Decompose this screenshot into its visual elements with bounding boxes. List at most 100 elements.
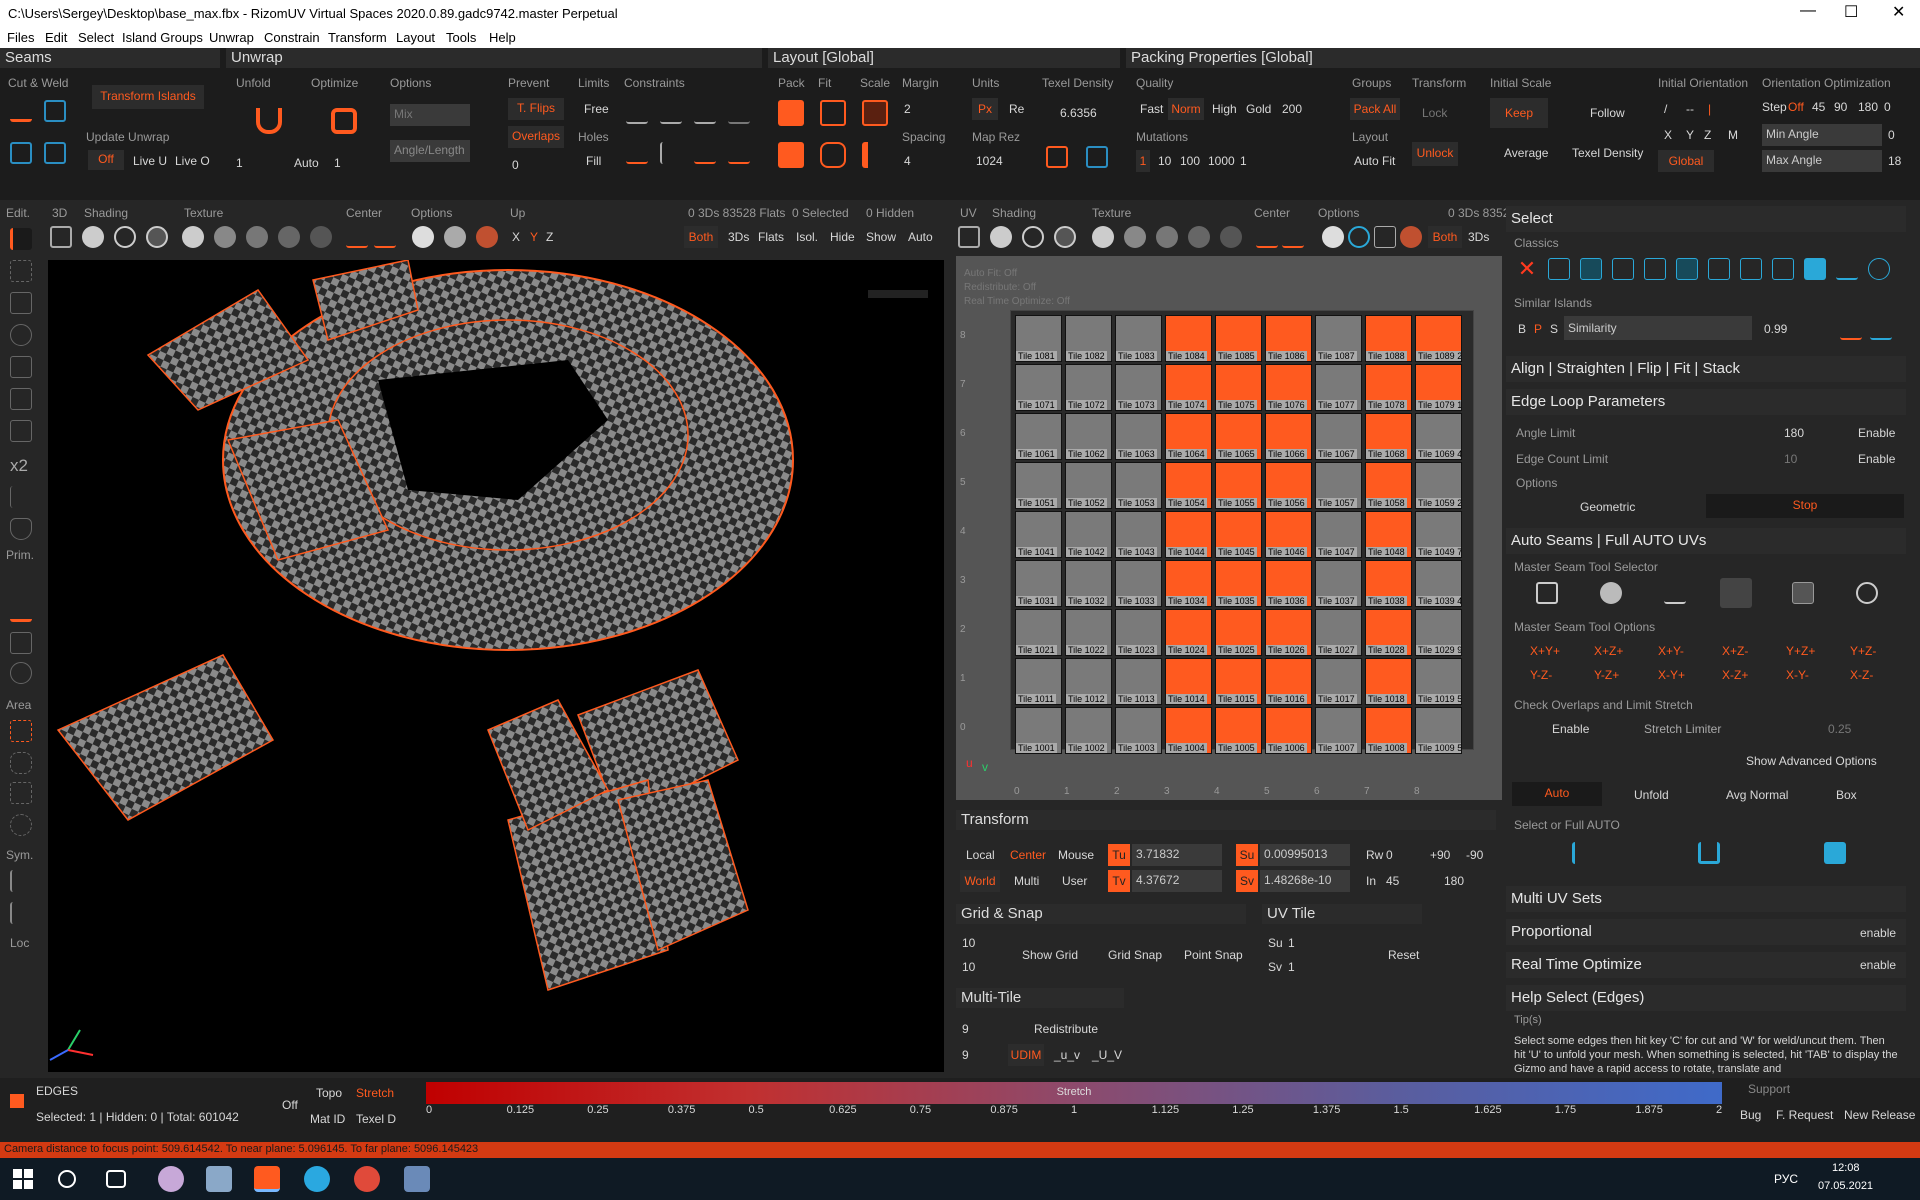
seam-sphere-icon[interactable] bbox=[1600, 582, 1622, 604]
uv-tile-reset-button[interactable]: Reset bbox=[1388, 948, 1419, 962]
circle-area-icon[interactable] bbox=[10, 814, 32, 836]
backface-icon[interactable] bbox=[444, 226, 466, 248]
orient-slash[interactable]: / bbox=[1664, 102, 1667, 116]
mix-dropdown[interactable]: Mix bbox=[390, 104, 470, 126]
up-y[interactable]: Y bbox=[530, 230, 538, 244]
up-x[interactable]: X bbox=[512, 230, 520, 244]
uv-color-icon[interactable] bbox=[1400, 226, 1422, 248]
unfold-mode-button[interactable]: Unfold bbox=[1634, 788, 1669, 802]
optimize-auto[interactable]: Auto bbox=[294, 156, 319, 170]
edge-count-value[interactable]: 10 bbox=[1784, 452, 1797, 466]
axis-3[interactable]: X+Z- bbox=[1722, 644, 1748, 658]
select-tool-icon[interactable] bbox=[10, 228, 32, 250]
menu-help[interactable]: Help bbox=[489, 30, 516, 45]
follow-button[interactable]: Follow bbox=[1590, 106, 1625, 120]
rizomuv-taskbar-icon[interactable] bbox=[254, 1166, 280, 1192]
angle-limit-value[interactable]: 180 bbox=[1784, 426, 1804, 440]
map-rez-value[interactable]: 1024 bbox=[976, 154, 1003, 168]
clear-selection-icon[interactable]: ✕ bbox=[1516, 258, 1538, 280]
uv-checker-2-icon[interactable] bbox=[1156, 226, 1178, 248]
seam-link-icon[interactable] bbox=[1856, 582, 1878, 604]
uv-tile-sv-value[interactable]: 1 bbox=[1288, 960, 1295, 974]
texel-density-value[interactable]: 6.6356 bbox=[1060, 106, 1097, 120]
show-grid-button[interactable]: Show Grid bbox=[1022, 948, 1078, 962]
uv-3ds-button[interactable]: 3Ds bbox=[1468, 230, 1489, 244]
pack-all-button[interactable]: Pack All bbox=[1350, 98, 1400, 120]
frame-icon[interactable] bbox=[50, 226, 72, 248]
select-path-icon[interactable] bbox=[1836, 258, 1858, 280]
uv-checker-icon[interactable] bbox=[1124, 226, 1146, 248]
freehand-area-icon[interactable] bbox=[10, 782, 32, 804]
flats-button[interactable]: Flats bbox=[758, 230, 784, 244]
hide-button[interactable]: Hide bbox=[830, 230, 855, 244]
uv-texture-off-icon[interactable] bbox=[1092, 226, 1114, 248]
angle-limit-enable[interactable]: Enable bbox=[1858, 426, 1895, 440]
texel-density-button[interactable]: Texel Density bbox=[1572, 146, 1643, 160]
step-45[interactable]: 45 bbox=[1812, 100, 1825, 114]
select-grow-icon[interactable] bbox=[1612, 258, 1634, 280]
menu-edit[interactable]: Edit bbox=[45, 30, 67, 45]
quality-norm[interactable]: Norm bbox=[1168, 98, 1204, 120]
keep-button[interactable]: Keep bbox=[1490, 98, 1548, 128]
mat-id-button[interactable]: Mat ID bbox=[310, 1112, 345, 1126]
uv-center-all-icon[interactable] bbox=[1282, 226, 1304, 248]
shade-solid-icon[interactable] bbox=[82, 226, 104, 248]
app-icon-1[interactable] bbox=[158, 1166, 184, 1192]
cut-icon[interactable] bbox=[10, 100, 32, 122]
t-flips-toggle[interactable]: T. Flips bbox=[508, 98, 564, 120]
auto-unfold-icon[interactable] bbox=[1698, 842, 1720, 864]
grid-value-2[interactable]: 10 bbox=[962, 960, 975, 974]
lock-icon[interactable] bbox=[10, 420, 32, 442]
overlaps-toggle[interactable]: Overlaps bbox=[508, 126, 564, 148]
quality-gold[interactable]: Gold bbox=[1246, 102, 1271, 116]
update-unwrap-off[interactable]: Off bbox=[88, 150, 124, 170]
unfold-iterations[interactable]: 1 bbox=[236, 156, 243, 170]
axis-5[interactable]: Y+Z- bbox=[1850, 644, 1876, 658]
menu-layout[interactable]: Layout bbox=[396, 30, 435, 45]
magnet-icon[interactable] bbox=[10, 388, 32, 410]
vertical-constraint-icon[interactable] bbox=[660, 142, 682, 164]
texel-d-button[interactable]: Texel D bbox=[356, 1112, 396, 1126]
rotate-180[interactable]: 180 bbox=[1444, 874, 1464, 888]
orient-global[interactable]: Global bbox=[1658, 150, 1714, 172]
lasso-area-icon[interactable] bbox=[10, 752, 32, 774]
stretch-limiter-value[interactable]: 0.25 bbox=[1828, 722, 1851, 736]
select-loop-icon[interactable] bbox=[1740, 258, 1762, 280]
axis-10[interactable]: X-Y- bbox=[1786, 668, 1809, 682]
transform-islands-button[interactable]: Transform Islands bbox=[92, 85, 204, 109]
menu-select[interactable]: Select bbox=[78, 30, 114, 45]
angle-length-dropdown[interactable]: Angle/Length bbox=[390, 140, 470, 162]
max-angle-value[interactable]: 18 bbox=[1888, 154, 1901, 168]
clear-curve-icon[interactable] bbox=[728, 142, 750, 164]
stop-button[interactable]: Stop bbox=[1706, 494, 1904, 518]
align-section[interactable]: Align | Straighten | Flip | Fit | Stack bbox=[1506, 356, 1906, 382]
orient-x[interactable]: X bbox=[1664, 128, 1672, 142]
center-selection-icon[interactable] bbox=[346, 226, 368, 248]
axis-1[interactable]: X+Z+ bbox=[1594, 644, 1623, 658]
select-overlap-icon[interactable] bbox=[1804, 258, 1826, 280]
seam-figure-icon[interactable] bbox=[1664, 582, 1686, 604]
axis-4[interactable]: Y+Z+ bbox=[1786, 644, 1815, 658]
search-icon[interactable] bbox=[58, 1170, 76, 1188]
stretch-button[interactable]: Stretch bbox=[356, 1086, 394, 1100]
axis-7[interactable]: Y-Z+ bbox=[1594, 668, 1619, 682]
spacing-value[interactable]: 4 bbox=[904, 154, 911, 168]
menu-files[interactable]: Files bbox=[7, 30, 34, 45]
margin-value[interactable]: 2 bbox=[904, 102, 911, 116]
windows-start-icon[interactable] bbox=[10, 1166, 36, 1192]
auto-select-icon[interactable] bbox=[1572, 842, 1594, 864]
menu-transform[interactable]: Transform bbox=[328, 30, 387, 45]
color-icon[interactable] bbox=[476, 226, 498, 248]
horizontal-constraint-icon[interactable] bbox=[660, 102, 682, 124]
step-90[interactable]: 90 bbox=[1834, 100, 1847, 114]
close-button[interactable]: ✕ bbox=[1892, 2, 1905, 22]
select-ring-icon[interactable] bbox=[1772, 258, 1794, 280]
udim-button[interactable]: UDIM bbox=[1008, 1044, 1044, 1066]
similarity-field[interactable]: Similarity bbox=[1564, 316, 1752, 340]
menu-unwrap[interactable]: Unwrap bbox=[209, 30, 254, 45]
prevent-value[interactable]: 0 bbox=[512, 158, 519, 172]
seam-cross-icon[interactable] bbox=[1536, 582, 1558, 604]
transform-center[interactable]: Center bbox=[1010, 848, 1046, 862]
orient-dash[interactable]: -- bbox=[1686, 102, 1694, 116]
auto-mode-button[interactable]: Auto bbox=[1512, 782, 1602, 806]
